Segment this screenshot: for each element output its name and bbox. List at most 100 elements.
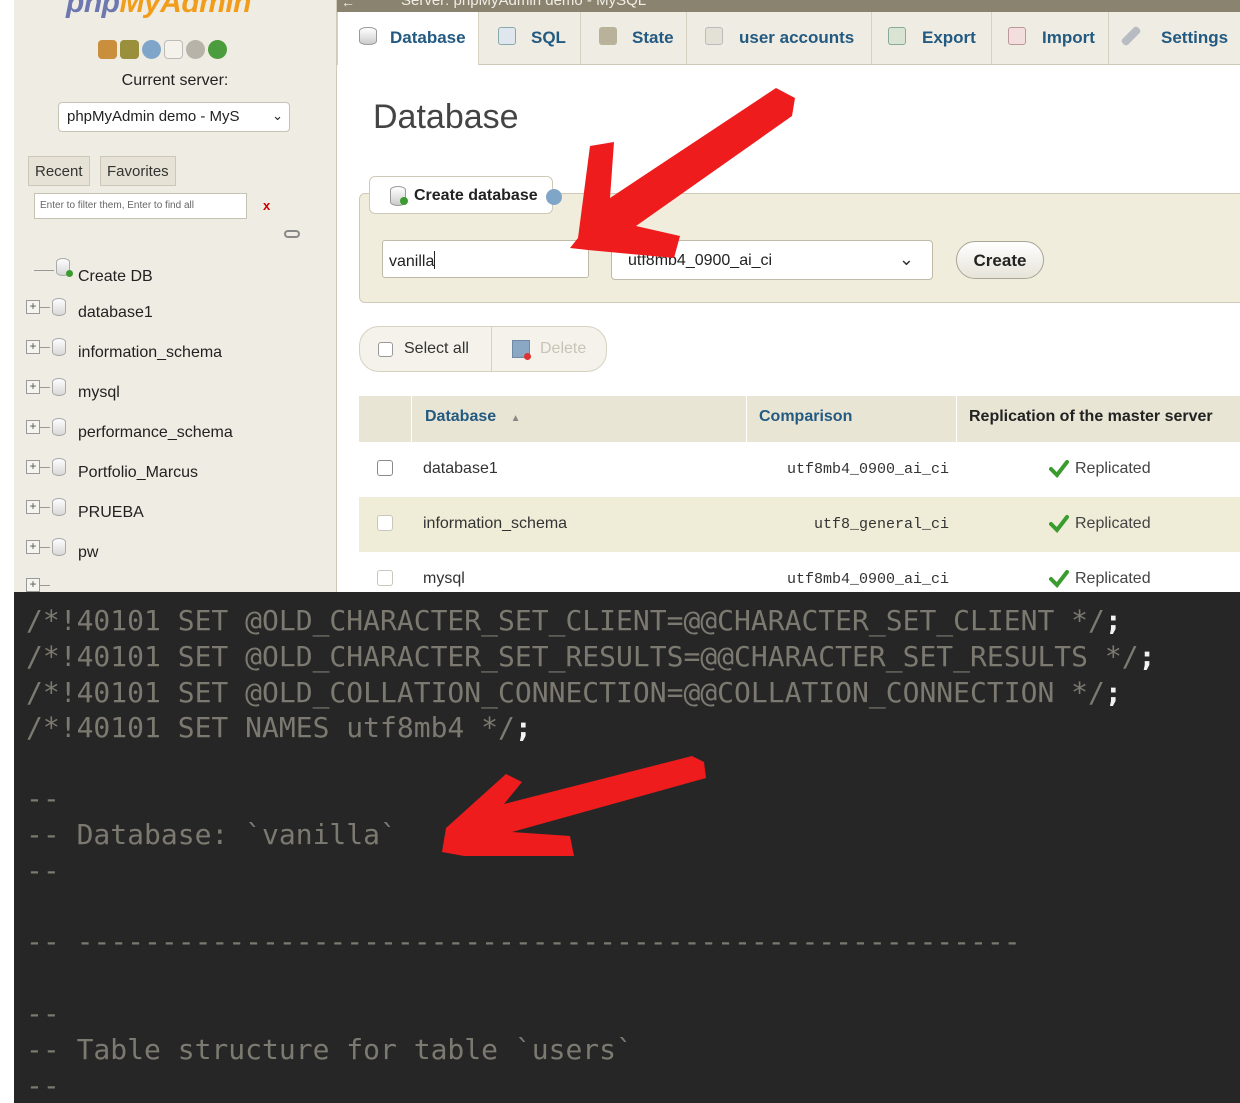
- column-divider: [746, 396, 747, 442]
- create-database-legend: Create database: [369, 176, 562, 214]
- tab-label: user accounts: [739, 28, 855, 47]
- database-icon: [52, 338, 66, 356]
- collation-cell: utf8_general_ci: [813, 516, 949, 533]
- expand-icon[interactable]: +: [26, 300, 40, 314]
- navigation-filter-input[interactable]: Enter to filter them, Enter to find all: [34, 193, 247, 219]
- database-name-link[interactable]: information_schema: [423, 515, 567, 533]
- select-all-button[interactable]: Select all: [360, 327, 492, 371]
- expand-icon[interactable]: +: [26, 340, 40, 354]
- row-checkbox[interactable]: [377, 515, 393, 531]
- row-checkbox[interactable]: [377, 460, 393, 476]
- expand-icon[interactable]: +: [26, 540, 40, 554]
- tab-user-accounts[interactable]: user accounts: [687, 12, 872, 64]
- back-arrow-icon[interactable]: ←: [341, 0, 355, 10]
- code-line: /*!40101 SET NAMES utf8mb4 */;: [26, 711, 532, 744]
- column-header-replication: Replication of the master server: [969, 408, 1213, 425]
- select-all-checkbox[interactable]: [378, 342, 393, 357]
- row-checkbox[interactable]: [377, 570, 393, 586]
- link-icon[interactable]: [284, 230, 300, 238]
- reload-icon[interactable]: [208, 40, 227, 59]
- tab-state[interactable]: State: [581, 12, 687, 64]
- server-breadcrumb: ← Server: phpMyAdmin demo - MySQL: [337, 0, 1240, 12]
- code-line: --: [26, 1069, 60, 1102]
- collation-cell: utf8mb4_0900_ai_ci: [786, 571, 949, 588]
- table-header: Database ▲ Comparison Replication of the…: [359, 396, 1240, 443]
- help-icon[interactable]: [545, 189, 562, 205]
- docs-icon[interactable]: [164, 40, 183, 59]
- sql-dump-editor: /*!40101 SET @OLD_CHARACTER_SET_CLIENT=@…: [14, 592, 1240, 1103]
- expand-icon[interactable]: +: [26, 578, 40, 592]
- tree-item-label: pw: [78, 544, 99, 561]
- phpmyadmin-logo[interactable]: phpMyAdmin: [66, 0, 251, 20]
- logo-text-php: php: [66, 0, 120, 19]
- phpmyadmin-screenshot: phpMyAdmin Current server: phpMyAdmin de…: [0, 0, 1240, 592]
- current-server-label: Current server:: [121, 72, 229, 89]
- tree-line: [40, 387, 50, 388]
- code-line: --: [26, 854, 60, 887]
- column-header-label: Database: [425, 408, 497, 425]
- database-icon: [52, 538, 66, 556]
- code-line: /*!40101 SET @OLD_CHARACTER_SET_CLIENT=@…: [26, 604, 1122, 637]
- column-header-database[interactable]: Database ▲: [425, 408, 521, 426]
- tab-label: Database: [390, 28, 466, 47]
- database-name-link[interactable]: mysql: [423, 570, 465, 588]
- tree-item-label: Portfolio_Marcus: [78, 464, 199, 481]
- code-text: /*!40101 SET @OLD_COLLATION_CONNECTION=@…: [26, 676, 1105, 709]
- expand-icon[interactable]: +: [26, 420, 40, 434]
- export-icon: [888, 27, 906, 45]
- database-icon: [52, 298, 66, 316]
- expand-icon[interactable]: +: [26, 500, 40, 514]
- tree-item-label: database1: [78, 304, 153, 321]
- database-icon: [359, 27, 377, 45]
- tab-sql[interactable]: SQL: [480, 12, 581, 64]
- expand-icon[interactable]: +: [26, 460, 40, 474]
- expand-icon[interactable]: +: [26, 380, 40, 394]
- database-name-link[interactable]: database1: [423, 460, 498, 478]
- replication-status: Replicated: [1075, 460, 1151, 477]
- tab-import[interactable]: Import: [992, 12, 1109, 64]
- nav-icon-bar: [98, 40, 227, 62]
- checkmark-icon: [1049, 570, 1069, 588]
- tab-recent[interactable]: Recent: [28, 156, 90, 186]
- tab-favorites[interactable]: Favorites: [100, 156, 176, 186]
- delete-label: Delete: [540, 340, 587, 357]
- create-button[interactable]: Create: [956, 241, 1044, 279]
- column-divider: [956, 396, 957, 442]
- server-breadcrumb-text[interactable]: Server: phpMyAdmin demo - MySQL: [401, 0, 646, 9]
- left-margin: [0, 0, 14, 592]
- tab-export[interactable]: Export: [872, 12, 992, 64]
- add-icon: [400, 197, 408, 205]
- clear-filter-button[interactable]: x: [263, 198, 270, 213]
- tree-line: [40, 307, 50, 308]
- tab-settings[interactable]: Settings: [1109, 12, 1240, 64]
- navigation-panel: phpMyAdmin Current server: phpMyAdmin de…: [14, 0, 337, 592]
- gear-icon[interactable]: [186, 40, 205, 59]
- column-header-comparison[interactable]: Comparison: [759, 408, 852, 426]
- table-row[interactable]: database1 utf8mb4_0900_ai_ci Replicated: [359, 442, 1240, 497]
- create-database-label: Create database: [414, 187, 538, 204]
- code-line: /*!40101 SET @OLD_COLLATION_CONNECTION=@…: [26, 676, 1122, 709]
- collation-select[interactable]: utf8mb4_0900_ai_ci ⌄: [611, 240, 933, 280]
- sql-query-icon[interactable]: [120, 40, 139, 59]
- tree-line: [40, 547, 50, 548]
- server-select[interactable]: phpMyAdmin demo - MyS ⌄: [58, 102, 290, 132]
- bulk-actions-bar: Select all Delete: [359, 326, 607, 372]
- database-name-input[interactable]: vanilla: [382, 240, 589, 278]
- database-icon: [52, 498, 66, 516]
- code-line-table-comment: -- Table structure for table `users`: [26, 1033, 633, 1066]
- red-arrow-annotation: [442, 756, 706, 856]
- tab-database[interactable]: Database: [337, 12, 479, 65]
- sql-icon: [498, 27, 516, 45]
- main-content: ← Server: phpMyAdmin demo - MySQL Databa…: [337, 0, 1240, 592]
- table-row[interactable]: mysql utf8mb4_0900_ai_ci Replicated: [359, 552, 1240, 592]
- help-icon[interactable]: [142, 40, 161, 59]
- code-semicolon: ;: [1104, 604, 1122, 637]
- code-text: /*!40101 SET @OLD_CHARACTER_SET_RESULTS=…: [26, 640, 1139, 673]
- delete-badge-icon: [524, 353, 531, 360]
- home-icon[interactable]: [98, 40, 117, 59]
- chevron-down-icon: ⌄: [272, 108, 283, 123]
- tree-item-label: mysql: [78, 384, 120, 401]
- add-icon: [66, 270, 73, 277]
- select-all-label: Select all: [404, 340, 469, 357]
- table-row[interactable]: information_schema utf8_general_ci Repli…: [359, 497, 1240, 552]
